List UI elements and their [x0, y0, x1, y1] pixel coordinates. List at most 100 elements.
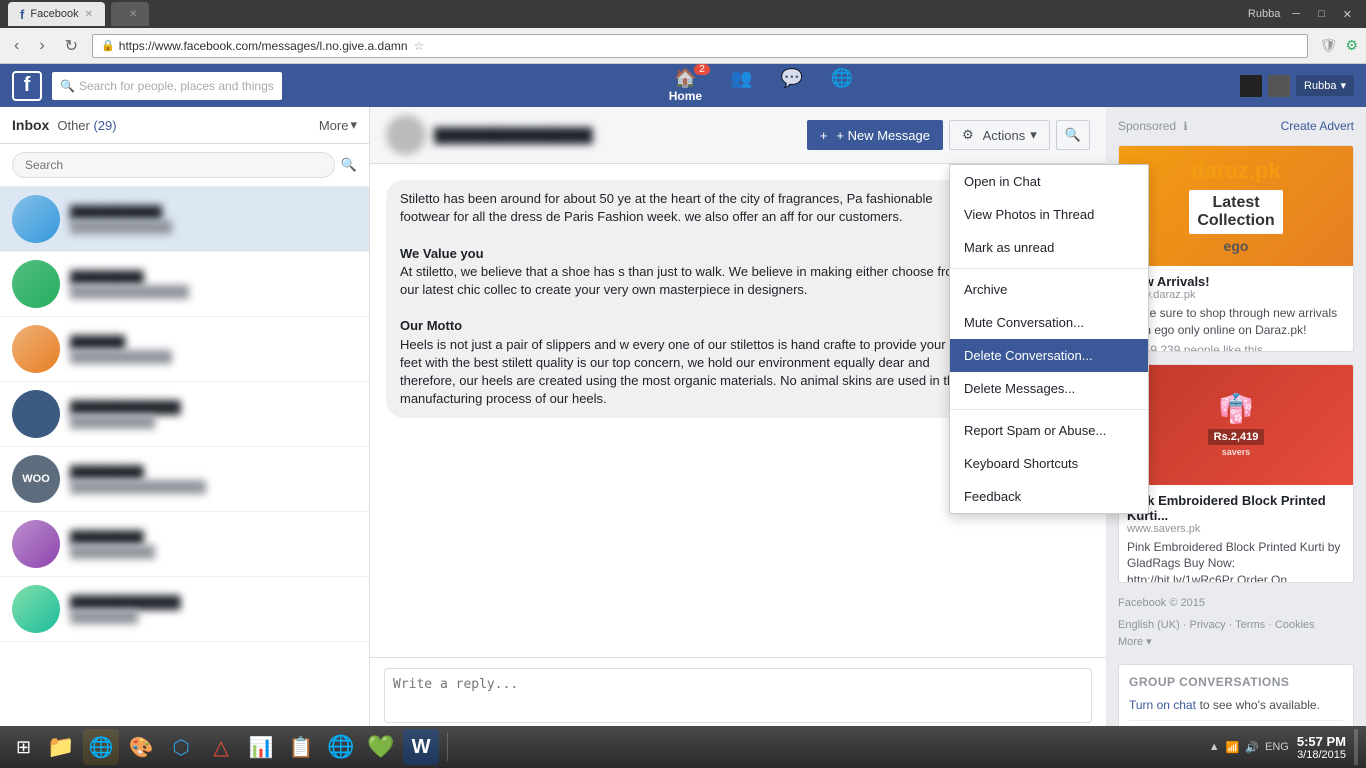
maximize-btn[interactable]: □	[1312, 6, 1331, 22]
system-clock: 5:57 PM 3/18/2015	[1297, 734, 1346, 761]
active-tab[interactable]: f Facebook ✕	[8, 2, 105, 26]
list-item[interactable]: ████████████ ████████	[0, 577, 369, 642]
feedback-item[interactable]: Feedback	[950, 480, 1148, 513]
taskbar-unity[interactable]: ⬡	[163, 729, 199, 765]
keyboard-shortcuts-item[interactable]: Keyboard Shortcuts	[950, 447, 1148, 480]
kurti-icon: 👘	[1208, 392, 1265, 425]
notifications-nav-btn[interactable]: 🌐	[821, 64, 863, 107]
footer-link-privacy[interactable]: Privacy	[1190, 619, 1226, 631]
turn-on-chat-btn[interactable]: Turn on chat	[1129, 698, 1196, 712]
search-input[interactable]	[79, 79, 274, 93]
clock-date: 3/18/2015	[1297, 749, 1346, 761]
footer-link-terms[interactable]: Terms	[1235, 619, 1265, 631]
taskbar-app1[interactable]: 📋	[283, 729, 319, 765]
shield-icon: 🛡	[1320, 37, 1338, 54]
create-advert-btn[interactable]: Create Advert	[1281, 119, 1354, 133]
mark-unread-item[interactable]: Mark as unread	[950, 231, 1148, 264]
minimize-btn[interactable]: ─	[1286, 6, 1306, 22]
mute-conversation-item[interactable]: Mute Conversation...	[950, 306, 1148, 339]
volume-icon: 🔊	[1245, 741, 1259, 754]
footer-link-english[interactable]: English (UK)	[1118, 619, 1180, 631]
ad-card-1[interactable]: daraz.pk LatestCollection ego New Arriva…	[1118, 145, 1354, 352]
tab-title: Facebook	[30, 8, 78, 20]
inactive-tab-close[interactable]: ✕	[129, 9, 137, 20]
delete-messages-item[interactable]: Delete Messages...	[950, 372, 1148, 405]
footer-link-cookies[interactable]: Cookies	[1275, 619, 1315, 631]
msg-name: ████████	[70, 465, 357, 480]
ad-price: Rs.2,419	[1208, 429, 1265, 445]
ad-title-1: New Arrivals!	[1127, 274, 1345, 289]
msg-preview: ██████████	[70, 415, 357, 429]
msg-name: ████████████	[70, 400, 357, 415]
taskbar-right: ▲ 📶 🔊 ENG 5:57 PM 3/18/2015	[1209, 729, 1358, 765]
list-item[interactable]: ████████████ ██████████	[0, 382, 369, 447]
actions-dropdown-menu: Open in Chat View Photos in Thread Mark …	[949, 164, 1149, 514]
open-in-chat-item[interactable]: Open in Chat	[950, 165, 1148, 198]
ad-likes-1: 1,559,239 people like this	[1127, 343, 1345, 352]
ad-image-2-content: 👘 Rs.2,419 savers	[1208, 392, 1265, 457]
avatar	[12, 520, 60, 568]
taskbar-word[interactable]: W	[403, 729, 439, 765]
msg-name: ████████████	[70, 595, 357, 610]
report-spam-item[interactable]: Report Spam or Abuse...	[950, 414, 1148, 447]
tab-close-btn[interactable]: ✕	[85, 9, 93, 20]
msg-preview: ████████	[70, 610, 357, 624]
back-btn[interactable]: ‹	[8, 35, 25, 57]
menu-divider-1	[950, 268, 1148, 269]
taskbar-vs[interactable]: 📊	[243, 729, 279, 765]
close-btn[interactable]: ✕	[1337, 6, 1358, 23]
list-item[interactable]: WOO ████████ ████████████████	[0, 447, 369, 512]
list-item[interactable]: ████████ ██████████	[0, 512, 369, 577]
home-label: Home	[669, 89, 702, 103]
archive-item[interactable]: Archive	[950, 273, 1148, 306]
fb-logo: f	[12, 71, 42, 101]
home-nav-btn[interactable]: 🏠 Home 2	[659, 64, 712, 107]
messages-nav-btn[interactable]: 💬	[770, 64, 812, 107]
taskbar-chrome[interactable]: 🌐	[323, 729, 359, 765]
forward-btn[interactable]: ›	[33, 35, 50, 57]
taskbar-matlab[interactable]: △	[203, 729, 239, 765]
message-search-input[interactable]	[12, 152, 335, 178]
profile-dropdown-btn[interactable]: Rubba ▾	[1296, 75, 1354, 96]
incoming-message: Stiletto has been around for about 50 ye…	[386, 180, 984, 418]
view-photos-item[interactable]: View Photos in Thread	[950, 198, 1148, 231]
avatar	[12, 585, 60, 633]
taskbar-utorrent[interactable]: 💚	[363, 729, 399, 765]
ad-card-2[interactable]: 👘 Rs.2,419 savers Pink Embroidered Block…	[1118, 364, 1354, 584]
inactive-tab[interactable]: ✕	[111, 2, 149, 26]
fb-search-box[interactable]: 🔍	[52, 72, 282, 100]
msg-info: ████████ ██████████████	[70, 270, 357, 299]
more-btn[interactable]: More ▾	[319, 117, 357, 133]
list-item[interactable]: ██████ ████████████	[0, 317, 369, 382]
other-label[interactable]: Other (29)	[57, 118, 116, 133]
star-icon[interactable]: ☆	[414, 39, 425, 53]
new-message-btn[interactable]: + + New Message	[807, 120, 943, 150]
start-button[interactable]: ⊞	[8, 733, 39, 762]
show-hidden-icons[interactable]: ▲	[1209, 741, 1220, 753]
delete-conversation-item[interactable]: Delete Conversation...	[950, 339, 1148, 372]
window-title: Rubba	[1248, 8, 1280, 20]
messages-icon: 💬	[780, 68, 802, 89]
taskbar-browser[interactable]: 🌐	[83, 729, 119, 765]
conversation-search-btn[interactable]: 🔍	[1056, 120, 1090, 150]
ssl-lock-icon: 🔒	[101, 39, 115, 52]
list-item[interactable]: ██████████ ████████████	[0, 187, 369, 252]
messages-sidebar: Inbox Other (29) More ▾ 🔍 ██████████ ███…	[0, 107, 370, 768]
conversation-avatar	[386, 115, 426, 155]
taskbar-file-explorer[interactable]: 📁	[43, 729, 79, 765]
address-input[interactable]: 🔒 https://www.facebook.com/messages/l.no…	[92, 34, 1308, 58]
titlebar-right: Rubba ─ □ ✕	[1248, 6, 1358, 23]
fb-nav-center: 🏠 Home 2 👥 💬 🌐	[292, 64, 1230, 107]
actions-btn[interactable]: ⚙ Actions ▾	[949, 120, 1050, 150]
list-item[interactable]: ████████ ██████████████	[0, 252, 369, 317]
new-message-label: + New Message	[836, 128, 930, 143]
reply-textarea[interactable]	[384, 668, 1092, 723]
fb-footer: Facebook © 2015 English (UK) · Privacy ·…	[1118, 595, 1354, 652]
friends-nav-btn[interactable]: 👥	[720, 64, 762, 107]
msg-name: ████████	[70, 270, 357, 285]
taskbar-paint[interactable]: 🎨	[123, 729, 159, 765]
show-desktop-btn[interactable]	[1354, 729, 1358, 765]
footer-more[interactable]: More ▾	[1118, 634, 1354, 652]
refresh-btn[interactable]: ↻	[59, 34, 84, 58]
ad-image-1: daraz.pk LatestCollection ego	[1119, 146, 1353, 266]
